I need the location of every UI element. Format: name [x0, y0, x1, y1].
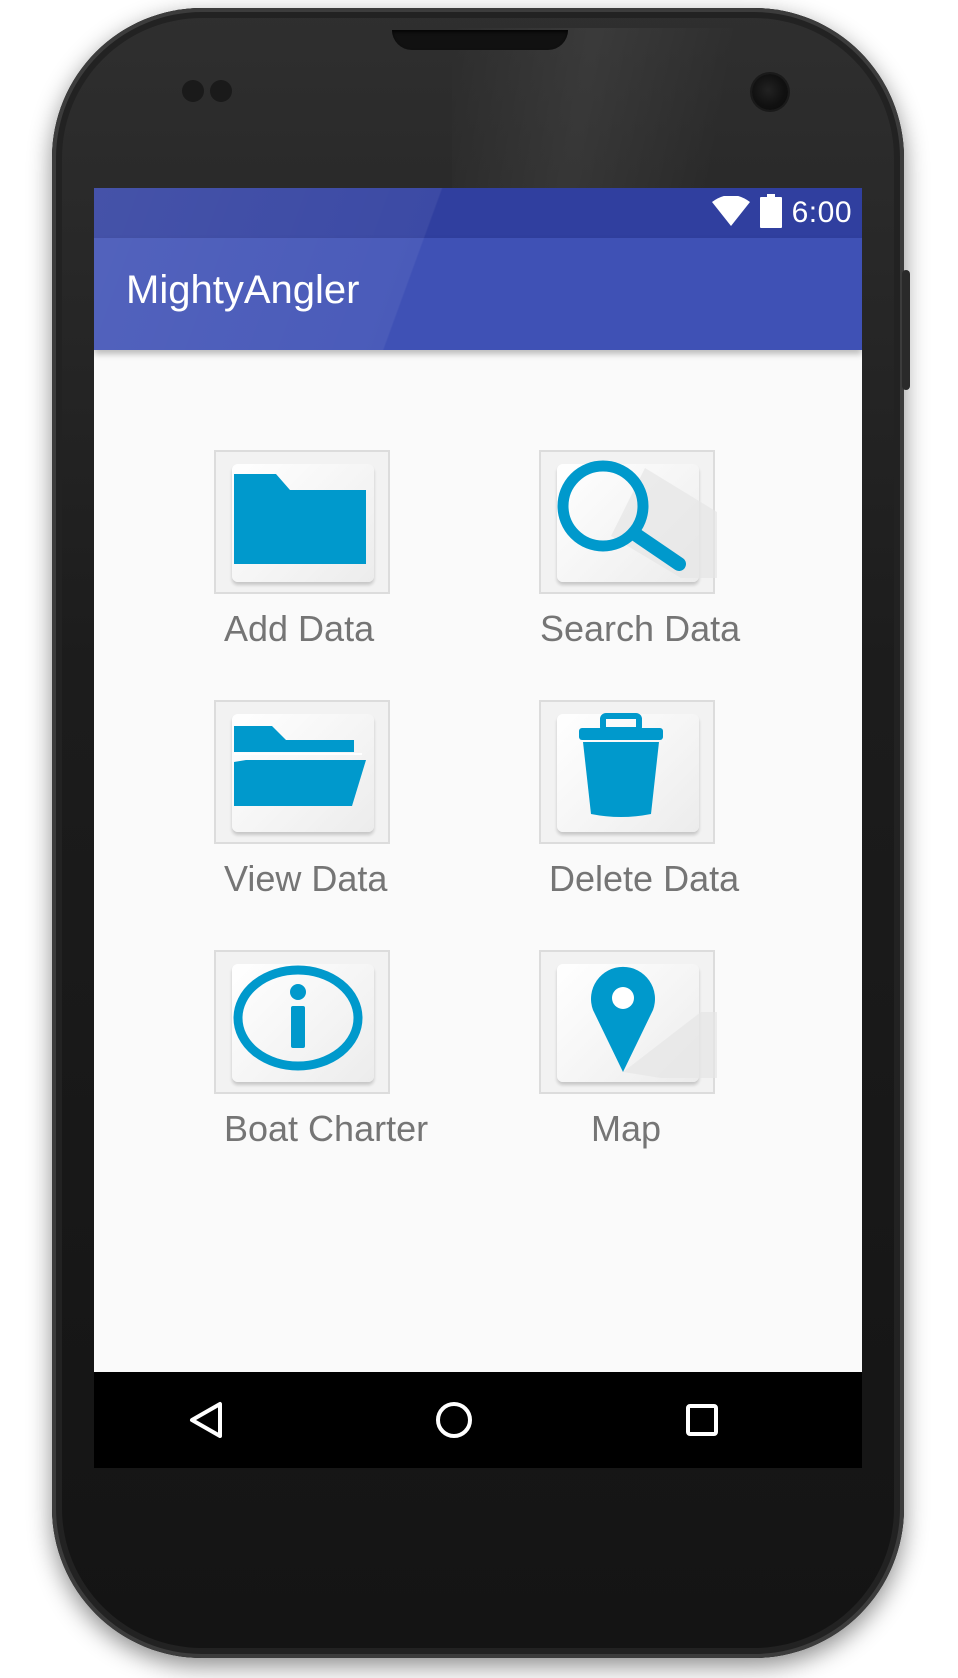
status-indicators: 6:00 [711, 188, 852, 238]
boat-charter-label: Boat Charter [224, 1108, 429, 1149]
folder-icon [234, 474, 366, 564]
folder-open-icon [234, 726, 366, 806]
earpiece-speaker [392, 30, 568, 50]
recents-icon[interactable] [678, 1396, 726, 1444]
add-data-label: Add Data [224, 608, 375, 649]
delete-data-label: Delete Data [549, 858, 740, 899]
search-icon [557, 460, 717, 578]
map-pin-icon [591, 966, 717, 1078]
light-sensor [210, 80, 232, 102]
view-data-button[interactable] [214, 700, 390, 844]
front-camera [752, 74, 788, 110]
app-title: MightyAngler [126, 268, 360, 312]
map-label: Map [591, 1108, 662, 1149]
status-bar: 6:00 [94, 188, 862, 238]
boat-charter-button[interactable] [214, 950, 390, 1094]
search-data-label: Search Data [540, 608, 741, 649]
proximity-sensor [182, 80, 204, 102]
navigation-bar [94, 1372, 862, 1468]
trash-icon [579, 713, 663, 817]
device-screen: 6:00 MightyAngler Add Data Search Data V… [94, 188, 862, 1468]
delete-data-button[interactable] [539, 700, 715, 844]
map-button[interactable] [539, 950, 717, 1094]
wifi-icon [711, 195, 750, 230]
add-data-button[interactable] [214, 450, 390, 594]
back-icon[interactable] [182, 1396, 230, 1444]
home-icon[interactable] [430, 1396, 478, 1444]
search-data-button[interactable] [539, 450, 717, 594]
status-time: 6:00 [791, 196, 852, 229]
battery-icon [759, 194, 782, 232]
power-button[interactable] [902, 270, 910, 390]
view-data-label: View Data [224, 858, 388, 899]
info-icon [233, 965, 363, 1071]
app-bar: MightyAngler [94, 238, 862, 350]
